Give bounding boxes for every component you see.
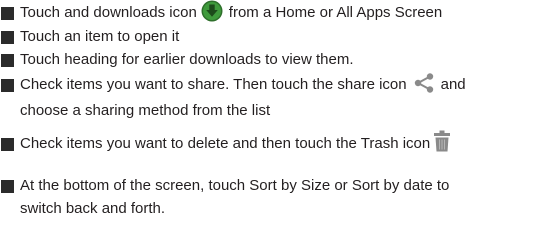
bullet-square	[1, 180, 14, 193]
list-item-continuation: choose a sharing method from the list	[20, 102, 271, 119]
list-item: At the bottom of the screen, touch Sort …	[0, 175, 554, 227]
list-item-text: Check items you want to share. Then touc…	[20, 73, 466, 96]
list-item-text-before-icon: Check items you want to delete and then …	[20, 135, 431, 152]
download-icon	[201, 0, 223, 22]
list-item-text-before-icon: Check items you want to share. Then touc…	[20, 76, 407, 93]
list-item-text-after-icon: from a Home or All Apps Screen	[228, 4, 443, 21]
bullet-square	[1, 79, 14, 92]
trash-icon	[434, 130, 451, 152]
bullet-square	[1, 7, 14, 20]
bullet-square	[1, 138, 14, 151]
instruction-list: Touch and downloads icon from a Home or …	[0, 0, 554, 241]
list-item-text: Touch heading for earlier downloads to v…	[20, 51, 354, 68]
bullet-square	[1, 54, 14, 67]
share-icon	[414, 73, 433, 93]
list-item-text-before-icon: Touch and downloads icon	[20, 4, 197, 21]
list-item-text: Touch an item to open it	[20, 28, 180, 45]
list-item-text: Touch and downloads icon from a Home or …	[20, 0, 443, 24]
list-item: Check items you want to share. Then touc…	[0, 73, 554, 126]
list-item-text: Check items you want to delete and then …	[20, 130, 451, 155]
list-item-text: At the bottom of the screen, touch Sort …	[20, 177, 450, 194]
list-item-continuation: switch back and forth.	[20, 200, 166, 217]
bullet-square	[1, 31, 14, 44]
list-item-text-after-icon: and	[440, 76, 466, 93]
